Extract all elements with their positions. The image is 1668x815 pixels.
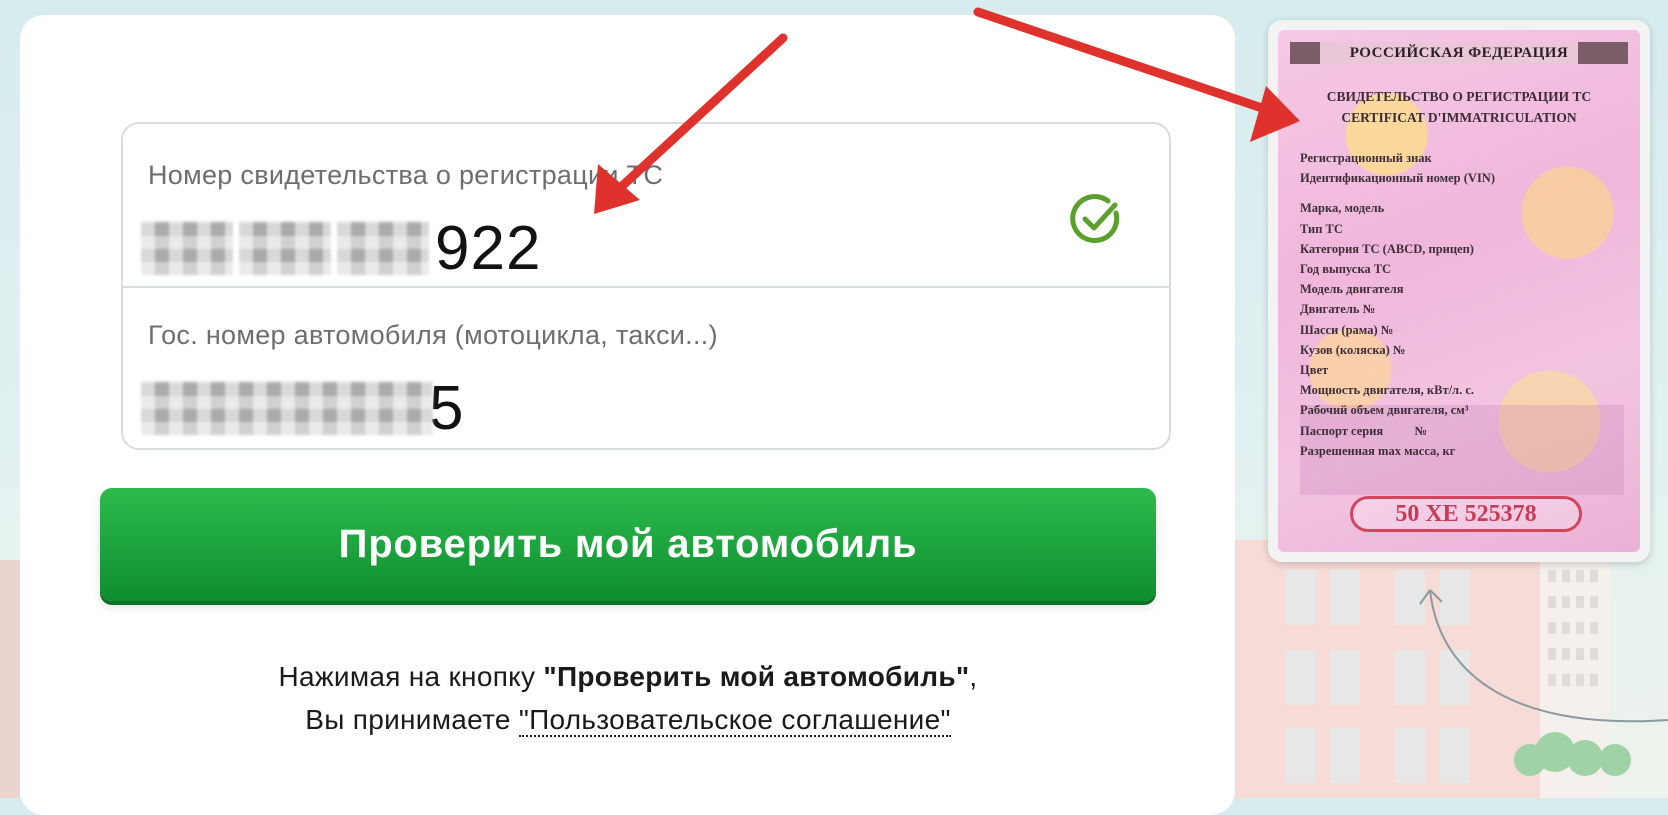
redacted-block: [141, 381, 433, 435]
plate-label: Гос. номер автомобиля (мотоцикла, такси.…: [148, 320, 718, 350]
cert-line: Регистрационный знак: [1300, 151, 1432, 165]
form-card: Номер свидетельства о регистрации ТС 922…: [20, 15, 1235, 815]
cert-line: Кузов (коляска) №: [1300, 342, 1406, 357]
agreement-text: Нажимая на кнопку "Проверить мой автомоб…: [100, 655, 1156, 741]
agreement-prefix: Нажимая на кнопку: [278, 661, 544, 692]
cert-line: Марка, модель: [1300, 201, 1385, 216]
cert-title-ru: СВИДЕТЕЛЬСТВО О РЕГИСТРАЦИИ ТС: [1326, 89, 1592, 104]
cert-line: Шасси (рама) №: [1300, 322, 1394, 337]
sts-field[interactable]: Номер свидетельства о регистрации ТС 922: [123, 124, 1169, 288]
plate-field[interactable]: Гос. номер автомобиля (мотоцикла, такси.…: [123, 288, 1169, 450]
registration-certificate-image: РОССИЙСКАЯ ФЕДЕРАЦИЯ СВИДЕТЕЛЬСТВО О РЕГ…: [1268, 20, 1650, 562]
sts-input[interactable]: 922: [141, 208, 541, 288]
check-circle-icon: [1070, 194, 1120, 243]
input-group: Номер свидетельства о регистрации ТС 922…: [121, 122, 1171, 450]
agreement-comma: ,: [969, 661, 978, 692]
plate-input[interactable]: 5: [141, 368, 464, 448]
redacted-block: [239, 221, 331, 275]
cert-line: Год выпуска ТС: [1300, 262, 1392, 277]
cert-line: Двигатель №: [1300, 302, 1376, 317]
cert-line: Цвет: [1300, 363, 1329, 378]
cert-fields: Регистрационный знак Идентификационный н…: [1300, 148, 1624, 461]
cert-line: Рабочий объем двигателя, см³: [1300, 403, 1469, 418]
cert-line: Разрешенная max масса, кг: [1300, 443, 1456, 458]
cert-number: 50 ХЕ 525378: [1350, 496, 1582, 532]
cert-line: Идентификационный номер (VIN): [1300, 171, 1495, 186]
certificate-sheet: РОССИЙСКАЯ ФЕДЕРАЦИЯ СВИДЕТЕЛЬСТВО О РЕГ…: [1278, 30, 1640, 552]
cert-country: РОССИЙСКАЯ ФЕДЕРАЦИЯ: [1290, 42, 1628, 64]
agreement-line2: Вы принимаете: [305, 704, 519, 735]
user-agreement-link[interactable]: "Пользовательское соглашение": [518, 704, 951, 737]
cert-line: Модель двигателя: [1300, 282, 1404, 297]
check-car-button[interactable]: Проверить мой автомобиль: [100, 488, 1156, 601]
cert-title: СВИДЕТЕЛЬСТВО О РЕГИСТРАЦИИ ТС CERTIFICA…: [1278, 86, 1640, 128]
cert-line: Паспорт серия №: [1300, 423, 1428, 438]
cert-title-fr: CERTIFICAT D'IMMATRICULATION: [1341, 110, 1577, 125]
cert-line: Тип ТС: [1300, 221, 1343, 236]
cert-line: Категория ТС (ABCD, прицеп): [1300, 241, 1474, 256]
sts-label: Номер свидетельства о регистрации ТС: [148, 160, 664, 190]
redacted-block: [337, 221, 429, 275]
redacted-block: [141, 221, 233, 275]
sts-value-visible: 922: [435, 213, 542, 283]
cert-line: Мощность двигателя, кВт/л. с.: [1300, 383, 1474, 398]
agreement-button-ref: "Проверить мой автомобиль": [543, 661, 970, 692]
plate-value-visible: 5: [429, 373, 465, 443]
